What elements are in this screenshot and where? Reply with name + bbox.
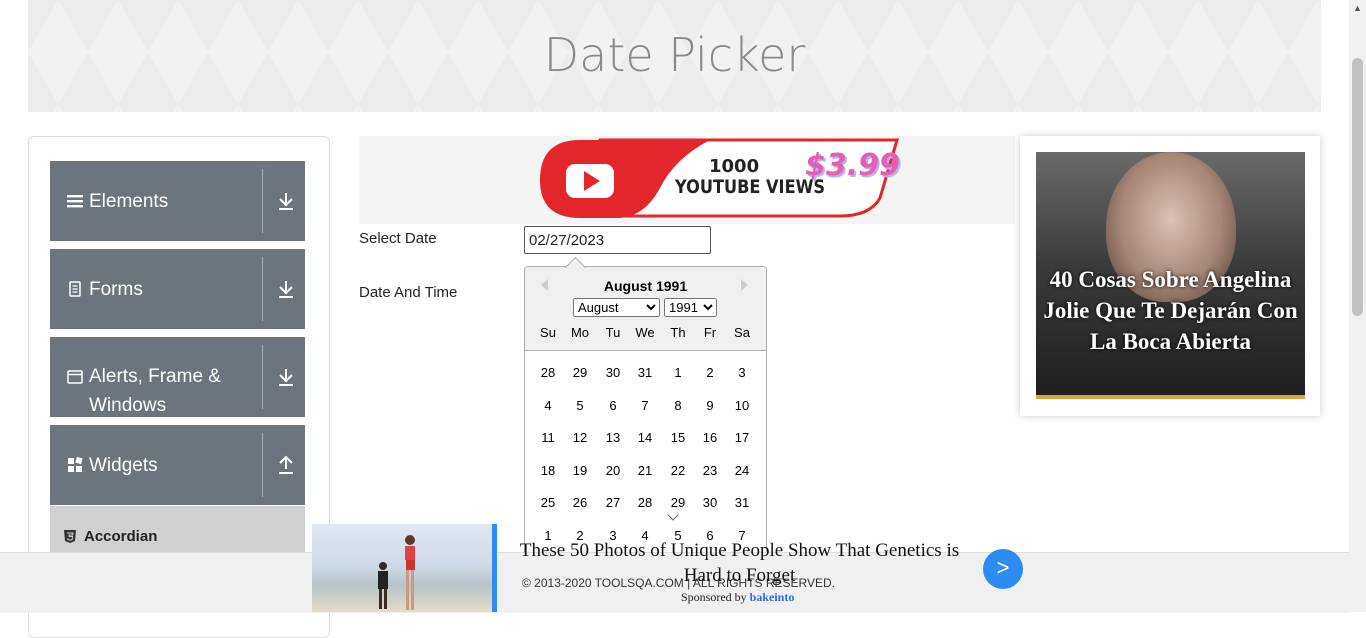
group-divider [262,433,263,497]
angelina-jolie-ad[interactable]: 40 Cosas Sobre Angelina Jolie Que Te Dej… [1020,136,1320,416]
sidebar-group-label: Elements [89,191,169,212]
calendar-day[interactable]: 4 [533,398,563,413]
ad-price: $3.99 [805,148,900,183]
datepicker-header: August 1991 August 1991 Su Mo Tu We Th Fr Sa [525,267,766,351]
document-icon [69,281,81,297]
calendar-day[interactable]: 29 [565,365,595,380]
calendar-day[interactable]: 29 [663,495,693,510]
html5-icon [64,530,76,543]
weekday-label: Mo [570,325,590,340]
sidebar-group-widgets[interactable]: Widgets [50,425,305,505]
ad-sponsor: Sponsored by bakeinto [681,590,794,605]
page-banner: Date Picker [28,0,1321,112]
ad-line-1: 1000 [709,156,760,177]
calendar-day[interactable]: 13 [598,430,628,445]
current-month-title: August 1991 [603,278,688,294]
sidebar-group-elements[interactable]: Elements [50,161,305,241]
ad-people-illustration [378,535,415,610]
calendar-day[interactable]: 3 [727,365,757,380]
year-select[interactable]: 1991 [664,298,717,317]
calendar-day[interactable]: 9 [695,398,725,413]
widgets-icon [68,457,83,472]
calendar-day[interactable]: 6 [598,398,628,413]
sidebar-group-forms[interactable]: Forms [50,249,305,329]
group-divider [262,345,263,409]
hamburger-icon [67,195,83,208]
ad-beach-photo [312,524,492,612]
sponsor-name[interactable]: bakeinto [750,590,795,604]
calendar-day[interactable]: 25 [533,495,563,510]
date-and-time-label: Date And Time [359,284,458,301]
download-arrow-icon[interactable] [276,365,296,389]
calendar-day[interactable]: 8 [663,398,693,413]
youtube-views-ad[interactable]: 1000 YOUTUBE VIEWS $3.99 [359,136,1015,224]
download-arrow-icon[interactable] [276,277,296,301]
sponsor-prefix: Sponsored by [681,590,747,604]
sidebar-group-label: Widgets [89,455,158,476]
sidebar-group-alerts[interactable]: Alerts, Frame & Windows [50,337,305,417]
calendar-day[interactable]: 5 [565,398,595,413]
ad-accent-stripe [492,524,497,612]
vertical-scrollbar[interactable]: ▲ [1349,0,1366,612]
calendar-day[interactable]: 1 [663,365,693,380]
calendar-day[interactable]: 14 [630,430,660,445]
calendar-day[interactable]: 30 [598,365,628,380]
calendar-day[interactable]: 24 [727,463,757,478]
weekday-label: Sa [734,325,750,340]
ad-headline: 40 Cosas Sobre Angelina Jolie Que Te Dej… [1043,267,1298,354]
weekday-label: Tu [605,325,621,340]
calendar-day[interactable]: 15 [663,430,693,445]
calendar-day[interactable]: 28 [630,495,660,510]
upload-arrow-icon[interactable] [276,453,296,477]
calendar-day[interactable]: 20 [598,463,628,478]
calendar-day[interactable]: 27 [598,495,628,510]
group-divider [262,169,263,233]
scrollbar-thumb[interactable] [1352,58,1363,316]
select-date-input[interactable] [524,226,711,254]
ad-headline: These 50 Photos of Unique People Show Th… [519,540,960,586]
calendar-day[interactable]: 17 [727,430,757,445]
calendar-day[interactable]: 30 [695,495,725,510]
calendar-day[interactable]: 31 [727,495,757,510]
sidebar-group-label: Alerts, Frame & Windows [89,366,221,416]
calendar-day[interactable]: 2 [695,365,725,380]
calendar-day[interactable]: 16 [695,430,725,445]
scroll-up-arrow-icon[interactable]: ▲ [1353,3,1362,13]
select-date-label: Select Date [359,230,437,247]
ad-accent-bar [1036,395,1305,399]
calendar-day[interactable]: 26 [565,495,595,510]
group-divider [262,257,263,321]
calendar-day[interactable]: 18 [533,463,563,478]
ad-next-button[interactable]: > [983,549,1023,589]
genetics-ad[interactable]: These 50 Photos of Unique People Show Th… [312,524,1037,612]
sidebar-group-label: Forms [89,279,143,300]
calendar-day[interactable]: 10 [727,398,757,413]
calendar-day[interactable]: 23 [695,463,725,478]
chevron-down-icon [667,509,679,521]
ad-line-2: YOUTUBE VIEWS [675,176,826,198]
sidebar-item-label: Accordian [84,528,158,545]
calendar-day[interactable]: 21 [630,463,660,478]
page-title: Date Picker [543,28,806,82]
calendar-day[interactable]: 31 [630,365,660,380]
calendar-day[interactable]: 22 [663,463,693,478]
calendar-day[interactable]: 12 [565,430,595,445]
calendar-day[interactable]: 28 [533,365,563,380]
download-arrow-icon[interactable] [276,189,296,213]
calendar-day[interactable]: 7 [630,398,660,413]
weekday-label: We [635,325,655,340]
window-icon [67,370,83,384]
calendar-day[interactable]: 19 [565,463,595,478]
month-select[interactable]: August [573,298,660,317]
calendar-day[interactable]: 11 [533,430,563,445]
weekday-label: Su [540,325,556,340]
datepicker-popup: August 1991 August 1991 Su Mo Tu We Th Fr Sa 2… [524,266,767,568]
weekday-label: Th [670,325,686,340]
weekday-label: Fr [703,325,717,340]
